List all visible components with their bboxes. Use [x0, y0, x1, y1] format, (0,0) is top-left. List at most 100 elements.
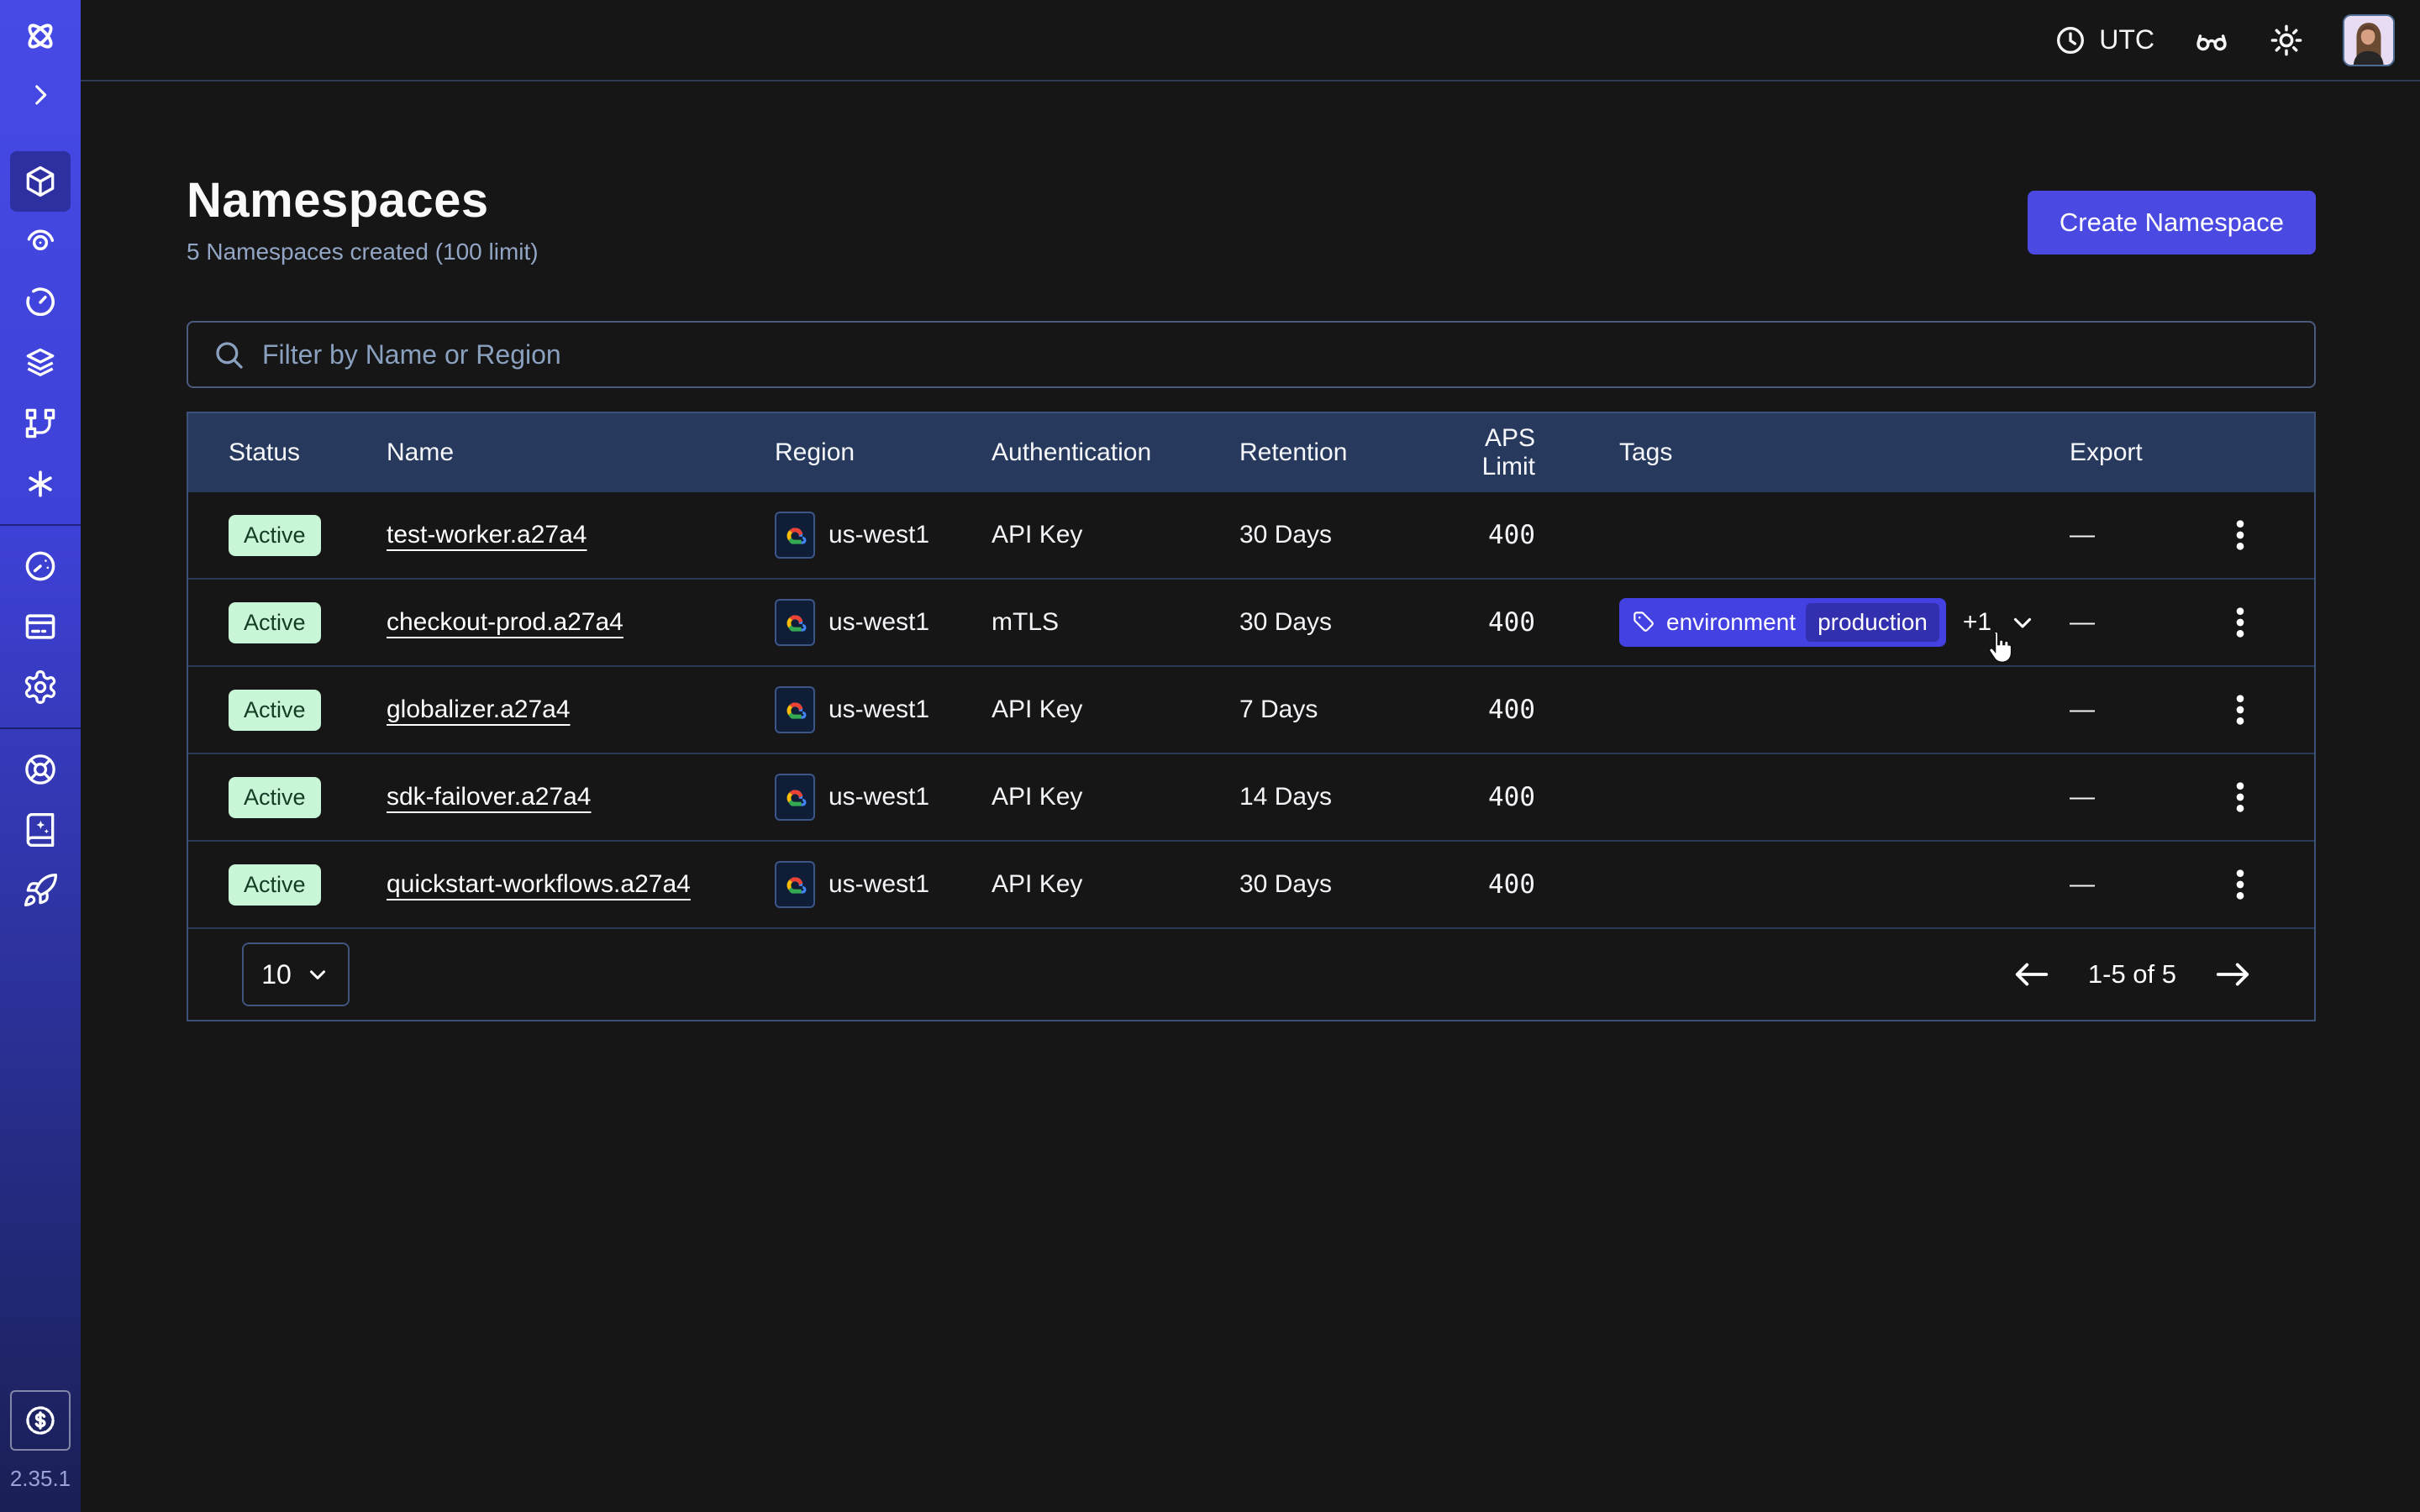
row-menu-button[interactable]: [2234, 868, 2246, 901]
row-menu-button[interactable]: [2234, 518, 2246, 552]
tag-more-count: +1: [1963, 608, 1991, 637]
aps-limit-value: 400: [1448, 782, 1574, 812]
gcp-region-icon: [775, 861, 815, 908]
table-row[interactable]: Active quickstart-workflows.a27a4 us-wes…: [188, 842, 2314, 929]
auth-method: API Key: [992, 521, 1239, 549]
timer-icon: [22, 284, 59, 321]
region-label: us-west1: [829, 521, 929, 549]
sidebar-item-namespaces[interactable]: [0, 151, 81, 212]
region-label: us-west1: [829, 608, 929, 637]
sidebar-nav: [0, 151, 81, 921]
table-header: Status Name Region Authentication Retent…: [188, 413, 2314, 492]
sidebar-divider: [0, 727, 81, 729]
chevron-down-icon: [305, 962, 330, 987]
region-label: us-west1: [829, 696, 929, 724]
sidebar-item-schedules[interactable]: [0, 272, 81, 333]
dollar-badge-icon: [23, 1403, 58, 1438]
table-row[interactable]: Active checkout-prod.a27a4 us-west1 mTLS…: [188, 580, 2314, 667]
col-export: Export: [2044, 438, 2196, 467]
prev-page-button[interactable]: [2012, 961, 2051, 988]
sidebar-item-getting-started[interactable]: [0, 860, 81, 921]
topbar: UTC: [81, 0, 2420, 81]
namespace-link[interactable]: globalizer.a27a4: [387, 696, 571, 723]
sidebar-item-usage[interactable]: [0, 536, 81, 596]
aps-limit-value: 400: [1448, 520, 1574, 550]
theme-toggle-button[interactable]: [2269, 23, 2304, 58]
col-name: Name: [387, 438, 775, 467]
region-label: us-west1: [829, 870, 929, 899]
col-aps-limit: APS Limit: [1448, 424, 1574, 481]
auth-method: API Key: [992, 696, 1239, 724]
credits-button[interactable]: [10, 1390, 71, 1451]
clock-icon: [2054, 24, 2087, 57]
page-title: Namespaces: [187, 172, 539, 228]
row-menu-button[interactable]: [2234, 606, 2246, 639]
tag-icon: [1633, 611, 1656, 634]
user-avatar[interactable]: [2343, 14, 2395, 66]
row-menu-button[interactable]: [2234, 780, 2246, 814]
col-region: Region: [775, 438, 992, 467]
export-value: —: [2044, 783, 2196, 811]
gear-icon: [22, 669, 59, 706]
region-label: us-west1: [829, 783, 929, 811]
gcp-region-icon: [775, 686, 815, 733]
sidebar-expand-button[interactable]: [26, 81, 55, 109]
search-icon: [212, 338, 245, 371]
cube-icon: [22, 163, 59, 200]
status-badge: Active: [229, 864, 321, 906]
timezone-label: UTC: [2099, 24, 2154, 55]
table-footer: 10 1-5 of 5: [188, 929, 2314, 1020]
page-size-select[interactable]: 10: [242, 942, 350, 1006]
retention-value: 30 Days: [1239, 521, 1448, 549]
filter-input[interactable]: [262, 339, 2291, 370]
timezone-selector[interactable]: UTC: [2054, 24, 2154, 57]
col-tags: Tags: [1574, 438, 2044, 467]
tag-pill[interactable]: environment production: [1619, 598, 1946, 647]
sidebar: 2.35.1: [0, 0, 81, 1512]
gauge-icon: [22, 548, 59, 585]
status-badge: Active: [229, 690, 321, 731]
aps-limit-value: 400: [1448, 607, 1574, 638]
gcp-region-icon: [775, 599, 815, 646]
namespace-link[interactable]: checkout-prod.a27a4: [387, 608, 623, 636]
asterisk-icon: [22, 465, 59, 502]
table-row[interactable]: Active test-worker.a27a4 us-west1 API Ke…: [188, 492, 2314, 580]
create-namespace-button[interactable]: Create Namespace: [2028, 191, 2316, 255]
status-badge: Active: [229, 602, 321, 643]
sidebar-item-workflows[interactable]: [0, 212, 81, 272]
tag-group: environment production +1: [1619, 598, 2044, 647]
status-badge: Active: [229, 777, 321, 818]
sidebar-item-support[interactable]: [0, 739, 81, 800]
filter-bar[interactable]: [187, 321, 2316, 388]
sidebar-item-billing[interactable]: [0, 596, 81, 657]
sidebar-item-nexus[interactable]: [0, 454, 81, 514]
gcp-region-icon: [775, 512, 815, 559]
namespace-link[interactable]: sdk-failover.a27a4: [387, 783, 592, 811]
pagination-range: 1-5 of 5: [2088, 959, 2176, 990]
retention-value: 14 Days: [1239, 783, 1448, 811]
sidebar-item-docs[interactable]: [0, 800, 81, 860]
namespace-link[interactable]: test-worker.a27a4: [387, 521, 587, 549]
retention-value: 30 Days: [1239, 870, 1448, 899]
temporal-logo-icon: [21, 17, 60, 55]
status-badge: Active: [229, 515, 321, 556]
page-subtitle: 5 Namespaces created (100 limit): [187, 239, 539, 265]
sidebar-item-deployments[interactable]: [0, 333, 81, 393]
auth-method: API Key: [992, 783, 1239, 811]
retention-value: 30 Days: [1239, 608, 1448, 637]
sidebar-item-settings[interactable]: [0, 657, 81, 717]
namespace-link[interactable]: quickstart-workflows.a27a4: [387, 870, 691, 898]
rocket-icon: [22, 872, 59, 909]
sidebar-item-batch-operations[interactable]: [0, 393, 81, 454]
chevron-down-icon[interactable]: [2008, 608, 2037, 637]
main-content: Namespaces 5 Namespaces created (100 lim…: [81, 83, 2420, 1512]
col-authentication: Authentication: [992, 438, 1239, 467]
row-menu-button[interactable]: [2234, 693, 2246, 727]
next-page-button[interactable]: [2213, 961, 2252, 988]
table-row[interactable]: Active sdk-failover.a27a4 us-west1 API K…: [188, 754, 2314, 842]
labs-glasses-button[interactable]: [2193, 22, 2230, 59]
col-status: Status: [188, 438, 387, 467]
sidebar-divider: [0, 524, 81, 526]
table-row[interactable]: Active globalizer.a27a4 us-west1 API Key…: [188, 667, 2314, 754]
retention-value: 7 Days: [1239, 696, 1448, 724]
